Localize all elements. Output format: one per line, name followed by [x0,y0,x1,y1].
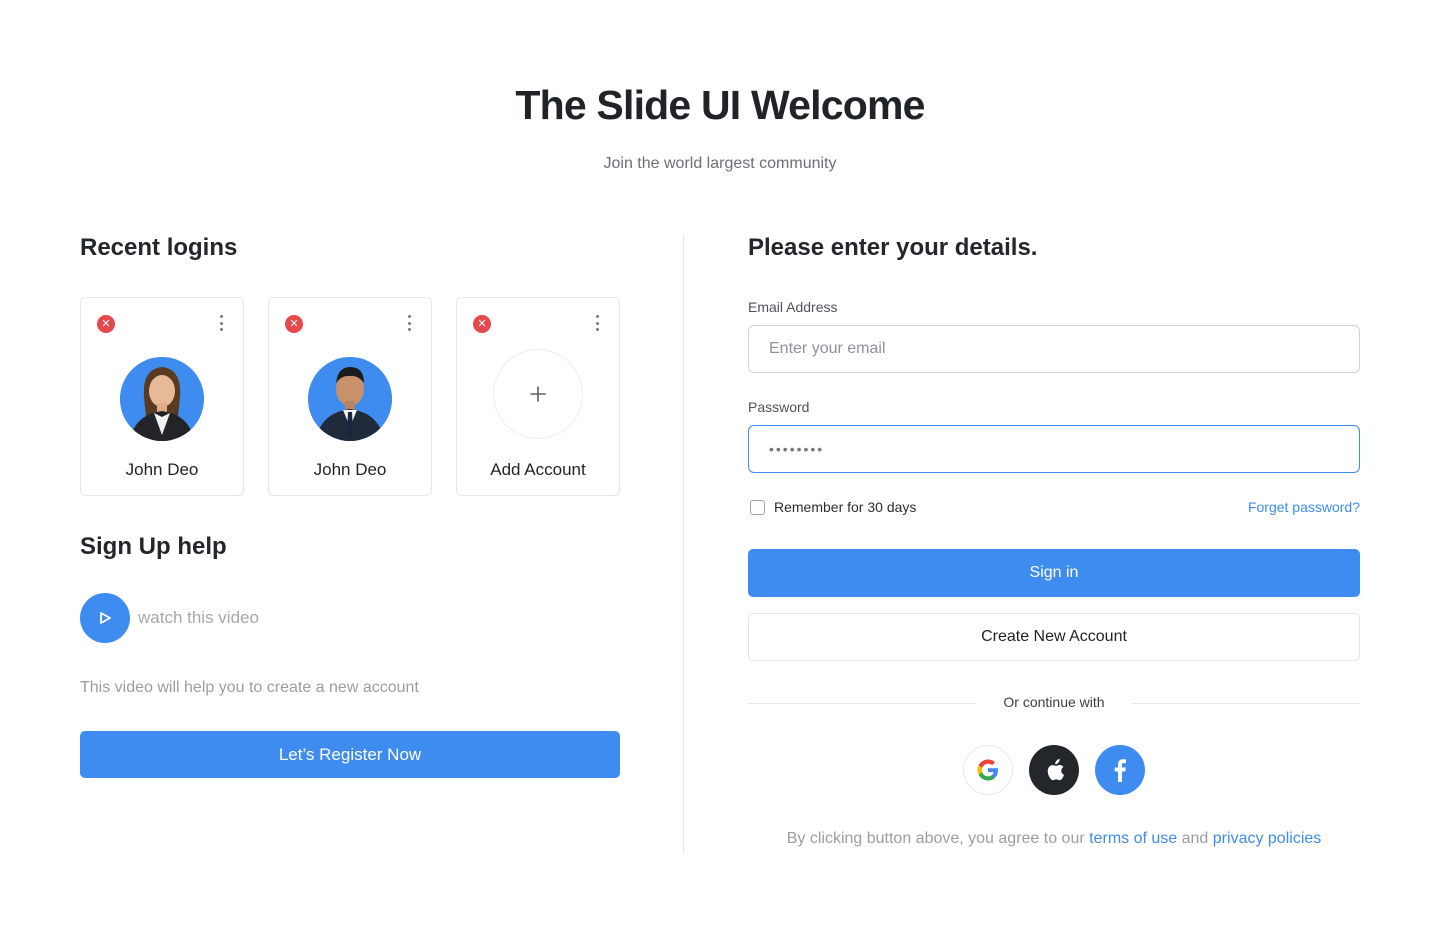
signup-help-title: Sign Up help [80,533,227,560]
watch-video-row[interactable]: watch this video [80,593,259,643]
add-account-button[interactable] [493,349,583,439]
terms-text: By clicking button above, you agree to o… [748,830,1360,848]
email-field[interactable] [748,325,1360,373]
facebook-login-button[interactable] [1095,745,1145,795]
recent-logins-title: Recent logins [80,234,238,261]
privacy-policies-link[interactable]: privacy policies [1213,830,1321,847]
account-card[interactable]: ✕ John Deo [268,297,432,496]
email-label: Email Address [748,299,838,315]
forget-password-link[interactable]: Forget password? [1248,499,1360,515]
login-form: Please enter your details. Email Address… [748,234,1360,847]
google-icon [977,759,998,781]
add-account-label: Add Account [490,460,586,479]
social-login-buttons [963,745,1145,795]
avatar [308,357,392,441]
remove-account-icon[interactable]: ✕ [285,315,303,333]
left-column: Recent logins ✕ John Deo ✕ John Deo ✕ Ad… [80,234,620,778]
watch-video-label[interactable]: watch this video [138,608,259,628]
divider-line [1132,703,1360,704]
plus-icon [530,386,546,402]
more-options-icon[interactable] [215,313,227,333]
female-avatar-icon [120,357,204,441]
page-subtitle: Join the world largest community [603,155,837,172]
column-divider [683,234,684,854]
play-button[interactable] [80,593,130,643]
more-options-icon[interactable] [403,313,415,333]
password-field[interactable] [748,425,1360,473]
page-header: The Slide UI Welcome Join the world larg… [0,82,1440,173]
avatar [120,357,204,441]
signup-help-description: This video will help you to create a new… [80,679,419,696]
terms-and: and [1181,830,1209,847]
account-card[interactable]: ✕ John Deo [80,297,244,496]
login-form-title: Please enter your details. [748,234,1038,261]
male-avatar-icon [308,357,392,441]
or-continue-text: Or continue with [1003,694,1105,710]
remove-account-icon[interactable]: ✕ [97,315,115,333]
remove-account-icon[interactable]: ✕ [473,315,491,333]
remember-me[interactable]: Remember for 30 days [750,499,916,515]
apple-icon [1047,759,1065,781]
apple-login-button[interactable] [1029,745,1079,795]
google-login-button[interactable] [963,745,1013,795]
sign-in-button[interactable]: Sign in [748,549,1360,597]
page-title: The Slide UI Welcome [515,82,925,128]
facebook-icon [1114,759,1126,782]
more-options-icon[interactable] [591,313,603,333]
register-now-button[interactable]: Let’s Register Now [80,731,620,778]
or-divider: Or continue with [748,693,1360,713]
account-name: John Deo [125,460,199,479]
add-account-card[interactable]: ✕ Add Account [456,297,620,496]
remember-checkbox[interactable] [750,499,765,515]
account-name: John Deo [313,460,387,479]
terms-of-use-link[interactable]: terms of use [1089,830,1177,847]
recent-logins-cards: ✕ John Deo ✕ John Deo ✕ Add Account [80,297,620,496]
terms-prefix: By clicking button above, you agree to o… [786,830,1085,847]
remember-label[interactable]: Remember for 30 days [774,499,916,515]
create-account-button[interactable]: Create New Account [748,613,1360,661]
play-icon [100,612,111,624]
password-label: Password [748,399,810,415]
